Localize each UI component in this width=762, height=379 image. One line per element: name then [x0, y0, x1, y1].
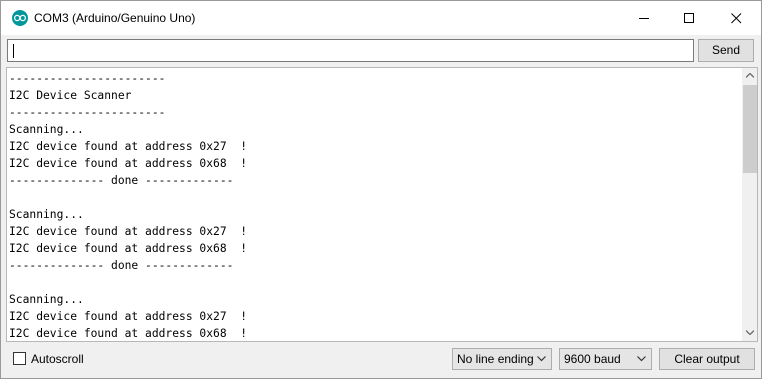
scrollbar-thumb[interactable] [743, 85, 757, 173]
output-line: I2C device found at address 0x68 ! [9, 157, 248, 170]
line-ending-select[interactable]: No line ending [452, 348, 552, 370]
output-line: -------------- done ------------- [9, 174, 234, 187]
serial-monitor-window: COM3 (Arduino/Genuino Uno) Send --------… [0, 0, 762, 379]
output-line: ----------------------- [9, 72, 166, 85]
chevron-up-icon [746, 73, 754, 78]
serial-input[interactable] [7, 39, 694, 62]
arduino-logo-icon [12, 10, 28, 26]
output-line: I2C device found at address 0x68 ! [9, 242, 248, 255]
output-line: I2C device found at address 0x27 ! [9, 225, 248, 238]
close-button[interactable] [713, 1, 759, 35]
maximize-button[interactable] [666, 1, 712, 35]
autoscroll-label[interactable]: Autoscroll [31, 352, 84, 366]
title-bar[interactable]: COM3 (Arduino/Genuino Uno) [1, 1, 761, 35]
window-title: COM3 (Arduino/Genuino Uno) [34, 11, 196, 25]
text-caret [13, 44, 14, 58]
scroll-up-button[interactable] [742, 68, 757, 84]
close-icon [731, 13, 742, 24]
baud-rate-select[interactable]: 9600 baud [559, 348, 652, 370]
output-line: -------------- done ------------- [9, 259, 234, 272]
maximize-icon [684, 13, 694, 23]
scroll-down-button[interactable] [742, 325, 757, 341]
output-line: ----------------------- [9, 106, 166, 119]
line-ending-value: No line ending [457, 352, 534, 366]
output-line: Scanning... [9, 123, 84, 136]
chevron-down-icon [537, 356, 546, 362]
serial-output[interactable]: ----------------------- I2C Device Scanne… [6, 67, 758, 342]
output-line: I2C Device Scanner [9, 89, 132, 102]
minimize-button[interactable] [621, 1, 667, 35]
output-line: I2C device found at address 0x27 ! [9, 140, 248, 153]
output-line: I2C device found at address 0x68 ! [9, 327, 248, 340]
output-line: I2C device found at address 0x27 ! [9, 310, 248, 323]
output-line: Scanning... [9, 293, 84, 306]
clear-output-button[interactable]: Clear output [659, 348, 755, 370]
chevron-down-icon [637, 356, 646, 362]
baud-rate-value: 9600 baud [564, 352, 621, 366]
send-button[interactable]: Send [698, 39, 754, 62]
vertical-scrollbar[interactable] [742, 68, 757, 341]
output-lines: ----------------------- I2C Device Scanne… [9, 70, 739, 341]
output-line: Scanning... [9, 208, 84, 221]
autoscroll-checkbox[interactable] [13, 352, 26, 365]
bottom-bar: Autoscroll No line ending 9600 baud Clea… [1, 343, 761, 378]
input-row: Send [1, 35, 761, 66]
chevron-down-icon [746, 330, 754, 335]
minimize-icon [639, 18, 649, 19]
